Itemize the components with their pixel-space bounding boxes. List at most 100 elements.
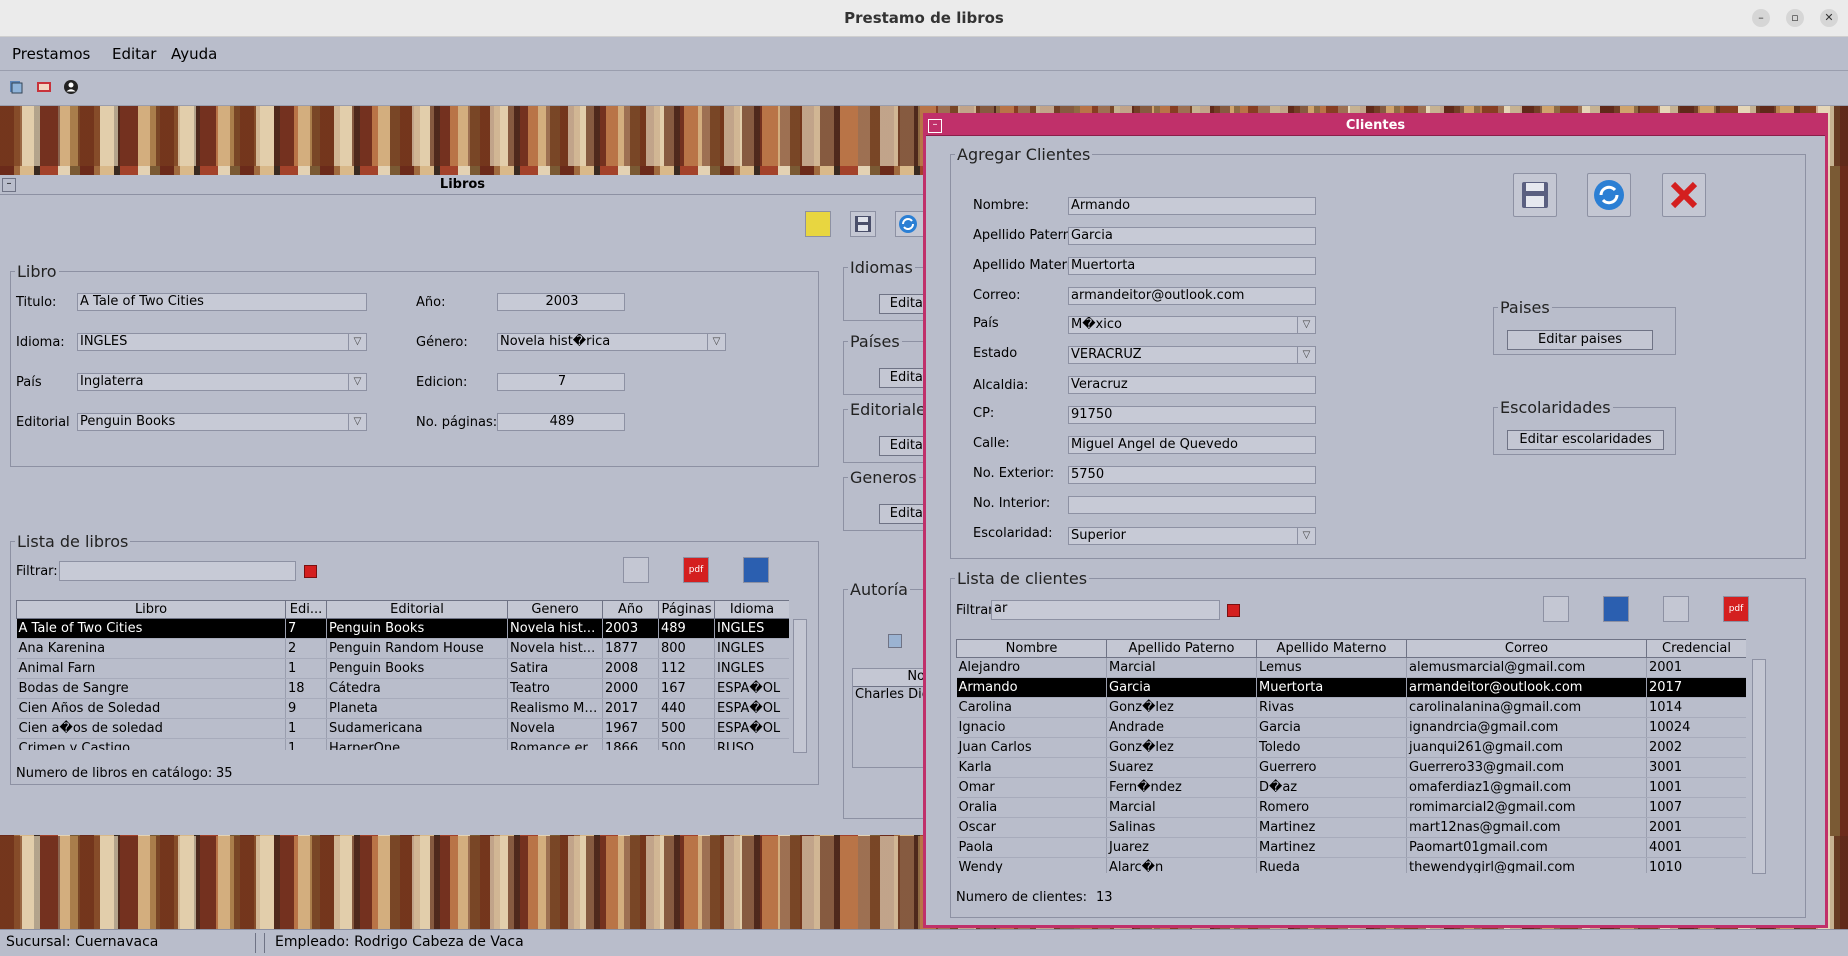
clientes-column-header[interactable]: Nombre [956,639,1107,658]
clientes-table-row[interactable]: Wendy Alarc�n Rueda thewendygirl@gmail.com 1… [956,857,1746,873]
libros-scrollbar[interactable] [793,619,807,753]
refresh-book-icon[interactable] [895,211,925,237]
loan-icon[interactable] [36,79,52,95]
idioma-select[interactable]: INGLES ▽ [77,333,367,351]
filtrar-libros-input[interactable] [59,561,296,581]
libros-table-row[interactable]: A Tale of Two Cities 7 Penguin Books Novela… [16,618,789,639]
pais-select[interactable]: Inglaterra ▽ [77,373,367,391]
clientes-table-cell: D�az [1256,777,1407,798]
menu-prestamos[interactable]: Prestamos [12,45,90,63]
libros-table-row[interactable]: Cien Años de Soledad 9 Planeta Realismo Má.… [16,698,789,719]
chevron-down-icon[interactable]: ▽ [348,334,366,350]
escolaridad-select[interactable]: Superior ▽ [1068,527,1316,545]
genero-select[interactable]: Novela hist�rica ▽ [497,333,726,351]
clientes-table-row[interactable]: Armando Garcia Muertorta armandeitor@outloo… [956,677,1746,698]
anio-field[interactable]: 2003 [497,293,625,311]
edit-client-icon[interactable] [1543,596,1569,622]
libros-table-row[interactable]: Crimen y Castigo 1 HarperOne Romance er... 1… [16,738,789,750]
estado-select[interactable]: VERACRUZ ▽ [1068,346,1316,364]
libros-column-header[interactable]: Año [602,600,659,619]
clientes-count-label: Numero de clientes: [956,890,1088,905]
calle-field[interactable]: Miguel Angel de Quevedo [1068,436,1316,454]
clientes-table-row[interactable]: Carolina Gonz�lez Rivas carolinalanina@gmai… [956,697,1746,718]
libros-table-row[interactable]: Bodas de Sangre 18 Cátedra Teatro 2000 167 ESP… [16,678,789,699]
cancel-client-icon[interactable] [1662,173,1706,217]
editorial-select[interactable]: Penguin Books ▽ [77,413,367,431]
pdf-icon[interactable]: pdf [683,557,709,583]
chevron-down-icon[interactable]: ▽ [348,374,366,390]
clientes-table-cell: 1014 [1646,697,1746,718]
books-icon[interactable] [8,79,24,95]
chevron-down-icon[interactable]: ▽ [1297,317,1315,333]
libros-table-row[interactable]: Cien a�os de soledad 1 Sudamericana Novela 1… [16,718,789,739]
noext-field[interactable]: 5750 [1068,466,1316,484]
apaterno-field[interactable]: Garcia [1068,227,1316,245]
clientes-table-row[interactable]: Ignacio Andrade Garcia ignandrcia@gmail.com… [956,717,1746,738]
clientes-column-header[interactable]: Credencial [1646,639,1746,658]
clear-filter-icon[interactable] [304,565,317,578]
clientes-table-row[interactable]: Karla Suarez Guerrero Guerrero33@gmail.com 3… [956,757,1746,778]
libros-window-menu-icon[interactable]: – [2,178,16,192]
libros-column-header[interactable]: Edi... [285,600,327,619]
filtrar-clientes-input[interactable]: ar [991,600,1220,620]
clientes-table-row[interactable]: Omar Fern�ndez D�az omaferdiaz1@gmail.com 10… [956,777,1746,798]
pais-cliente-select[interactable]: M�xico ▽ [1068,316,1316,334]
autoria-list[interactable]: No Charles Dic [852,668,932,768]
menu-editar[interactable]: Editar [112,45,156,63]
cp-field[interactable]: 91750 [1068,406,1316,424]
save-client-icon[interactable] [1513,173,1557,217]
alcaldia-field[interactable]: Veracruz [1068,376,1316,394]
add-author-icon[interactable] [888,634,902,648]
clientes-table-row[interactable]: Oralia Marcial Romero romimarcial2@gmail.co… [956,797,1746,818]
clientes-table-row[interactable]: Paola Juarez Martinez Paomart01gmail.com 400… [956,837,1746,858]
restore-icon[interactable]: ▫ [1786,9,1804,27]
minimize-icon[interactable]: – [1752,9,1770,27]
delete-book-icon[interactable] [743,557,769,583]
noint-field[interactable] [1068,496,1316,514]
clientes-column-header[interactable]: Correo [1406,639,1647,658]
escolaridades-label: Escolaridades [1498,398,1613,417]
clientes-table-cell: 1010 [1646,857,1746,873]
clientes-table-row[interactable]: Alejandro Marcial Lemus alemusmarcial@gmail… [956,657,1746,678]
libros-table-cell: 2003 [602,618,659,639]
clientes-column-header[interactable]: Apellido Materno [1256,639,1407,658]
paginas-field[interactable]: 489 [497,413,625,431]
libros-column-header[interactable]: Idioma [714,600,789,619]
titulo-field[interactable]: A Tale of Two Cities [77,293,367,311]
new-book-icon[interactable] [805,211,831,237]
save-book-icon[interactable] [850,211,876,237]
delete-client-icon[interactable] [1603,596,1629,622]
clientes-column-header[interactable]: Apellido Paterno [1106,639,1257,658]
libros-column-header[interactable]: Editorial [326,600,508,619]
chevron-down-icon[interactable]: ▽ [1297,347,1315,363]
libros-column-header[interactable]: Páginas [658,600,715,619]
libros-table-row[interactable]: Ana Karenina 2 Penguin Random House Novela … [16,638,789,659]
report-client-icon[interactable] [1663,596,1689,622]
chevron-down-icon[interactable]: ▽ [348,414,366,430]
autoria-item[interactable]: Charles Dic [853,687,931,702]
correo-field[interactable]: armandeitor@outlook.com [1068,287,1316,305]
refresh-client-icon[interactable] [1587,173,1631,217]
menu-ayuda[interactable]: Ayuda [171,45,217,63]
close-icon[interactable]: ✕ [1820,9,1838,27]
chevron-down-icon[interactable]: ▽ [1297,528,1315,544]
libros-column-header[interactable]: Libro [16,600,286,619]
clear-filter-icon[interactable] [1227,604,1240,617]
chevron-down-icon[interactable]: ▽ [707,334,725,350]
libros-window-title[interactable]: Libros [0,175,925,195]
libros-table-row[interactable]: Animal Farn 1 Penguin Books Satira 2008 112 IN… [16,658,789,679]
editar-paises-button[interactable]: Editar paises [1507,330,1653,350]
editar-escolaridades-button[interactable]: Editar escolaridades [1507,430,1664,450]
libros-column-header[interactable]: Genero [507,600,603,619]
clientes-table-row[interactable]: Juan Carlos Gonz�lez Toledo juanqui261@gmai… [956,737,1746,758]
edit-book-icon[interactable] [623,557,649,583]
clientes-window-menu-icon[interactable]: – [928,119,942,133]
amaterno-field[interactable]: Muertorta [1068,257,1316,275]
pdf-icon[interactable]: pdf [1723,596,1749,622]
clientes-table-row[interactable]: Oscar Salinas Martinez mart12nas@gmail.com 2… [956,817,1746,838]
clientes-scrollbar[interactable] [1752,659,1766,874]
nombre-field[interactable]: Armando [1068,197,1316,215]
clientes-window-title[interactable]: Clientes [926,116,1825,136]
user-icon[interactable] [63,79,79,95]
edicion-field[interactable]: 7 [497,373,625,391]
